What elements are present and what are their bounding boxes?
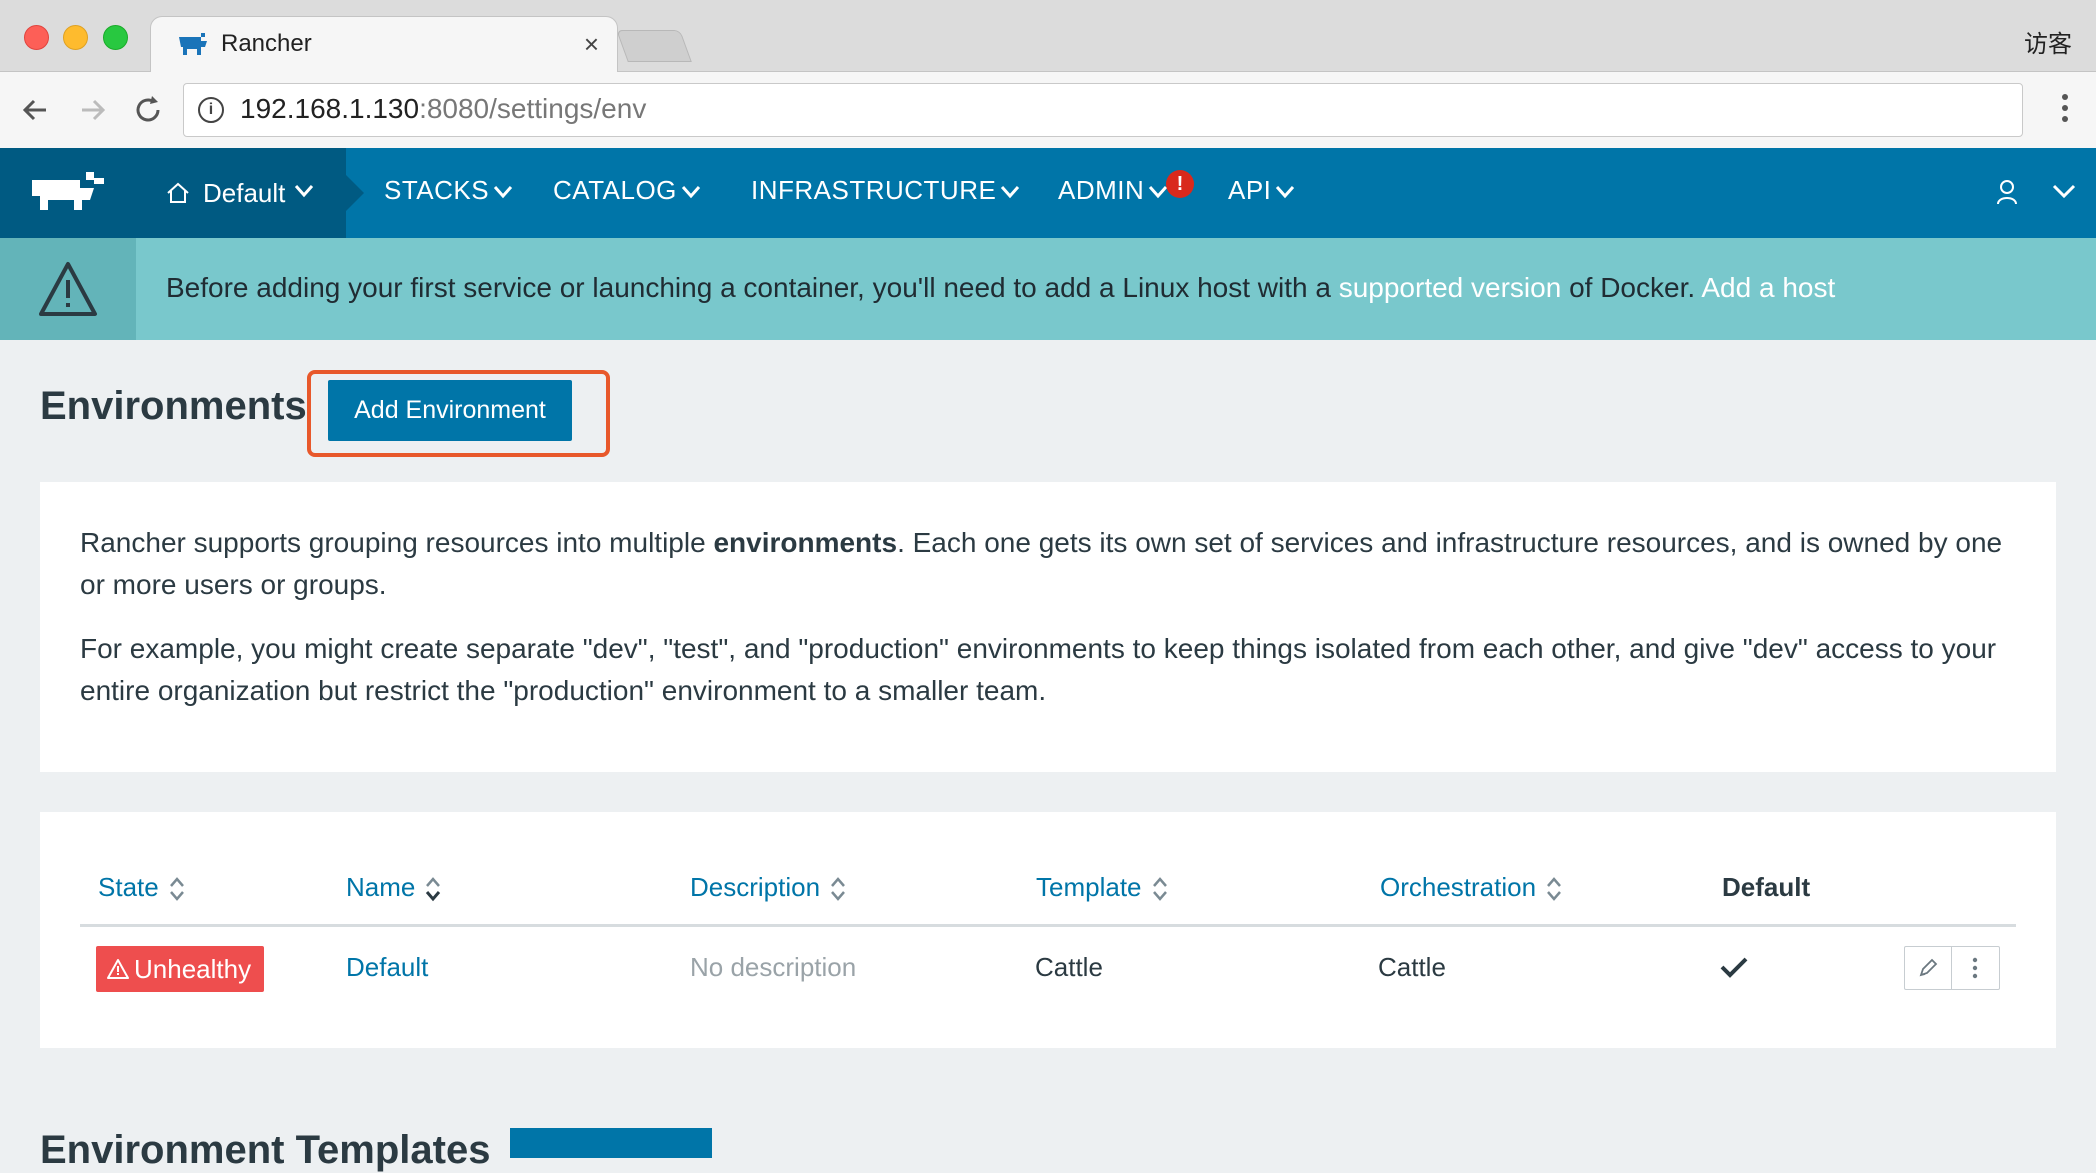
warning-triangle-icon [107, 959, 129, 979]
column-header-template[interactable]: Template [1036, 872, 1168, 903]
row-action-buttons [1904, 946, 2000, 990]
nav-menu-api[interactable]: API [1228, 175, 1295, 206]
environment-orchestration: Cattle [1378, 952, 1446, 982]
chevron-down-icon [681, 186, 701, 199]
url-text: 192.168.1.130:8080/settings/env [240, 93, 646, 125]
nav-menu-admin[interactable]: ADMIN [1058, 175, 1168, 206]
chevron-down-icon [493, 186, 513, 199]
url-host: 192.168.1.130 [240, 93, 420, 124]
window-zoom-button[interactable] [103, 25, 128, 50]
nav-menu-api-label: API [1228, 175, 1272, 205]
sort-icon [831, 877, 846, 902]
supported-version-link[interactable]: supported version [1339, 272, 1562, 303]
browser-toolbar: i 192.168.1.130:8080/settings/env [0, 72, 2096, 148]
status-badge-label: Unhealthy [134, 954, 252, 984]
nav-menu-catalog[interactable]: CATALOG [553, 175, 701, 206]
sort-icon [1547, 877, 1562, 902]
nav-menu-infrastructure[interactable]: INFRASTRUCTURE [751, 175, 1020, 206]
page-title: Environments [40, 384, 307, 428]
environment-name-link[interactable]: Default [346, 952, 428, 983]
add-template-button[interactable] [510, 1128, 712, 1158]
environments-table: State Name Description Template Orchestr… [40, 812, 2056, 1048]
column-header-template-label: Template [1036, 872, 1142, 902]
banner-text-middle: of Docker. [1561, 272, 1702, 303]
column-header-orchestration[interactable]: Orchestration [1380, 872, 1562, 903]
status-badge: Unhealthy [96, 946, 264, 992]
chevron-down-icon [1276, 186, 1295, 199]
browser-tab-strip: Rancher × 访客 [0, 0, 2096, 73]
reload-icon[interactable] [128, 90, 168, 130]
app-header: Default STACKS CATALOG INFRASTRUCTURE AD… [0, 148, 2096, 238]
intro-p1-before: Rancher supports grouping resources into… [80, 527, 714, 558]
warning-triangle-icon [39, 262, 97, 316]
host-warning-banner: Before adding your first service or laun… [0, 238, 2096, 340]
edit-button[interactable] [1905, 947, 1952, 989]
admin-alert-badge: ! [1166, 170, 1194, 198]
environment-switcher-label: Default [203, 178, 286, 208]
sort-icon [426, 877, 441, 902]
intro-p1-bold: environments [713, 527, 898, 558]
chevron-down-icon [294, 185, 314, 198]
new-tab-button[interactable] [616, 30, 692, 62]
intro-paragraph-1: Rancher supports grouping resources into… [80, 522, 2020, 606]
nav-menu-stacks[interactable]: STACKS [384, 175, 513, 206]
checkmark-icon [1720, 957, 1748, 978]
rancher-favicon-icon [179, 33, 207, 55]
nav-menu-stacks-label: STACKS [384, 175, 490, 205]
pencil-icon [1919, 958, 1938, 977]
rancher-logo[interactable] [0, 148, 136, 238]
browser-tab[interactable]: Rancher × [150, 16, 618, 73]
environment-template: Cattle [1035, 952, 1103, 982]
sort-icon [169, 877, 184, 902]
tab-close-icon[interactable]: × [584, 29, 599, 60]
environments-intro-card: Rancher supports grouping resources into… [40, 482, 2056, 772]
warning-icon-box [0, 238, 136, 340]
nav-menu-admin-label: ADMIN [1058, 175, 1145, 205]
nav-menu-catalog-label: CATALOG [553, 175, 677, 205]
column-header-orchestration-label: Orchestration [1380, 872, 1537, 902]
vertical-dots-icon [1972, 957, 1978, 979]
add-environment-button[interactable]: Add Environment [328, 380, 572, 441]
guest-profile-label[interactable]: 访客 [2024, 24, 2072, 59]
column-header-state-label: State [98, 872, 159, 902]
add-host-link[interactable]: Add a host [1701, 272, 1835, 303]
rancher-cow-logo-icon [32, 172, 104, 210]
more-actions-button[interactable] [1952, 947, 1998, 989]
environment-description: No description [690, 952, 857, 982]
intro-paragraph-2: For example, you might create separate "… [80, 633, 1997, 706]
column-header-description-label: Description [690, 872, 821, 902]
column-header-description[interactable]: Description [690, 872, 846, 903]
site-info-icon[interactable]: i [198, 97, 224, 123]
url-path: :8080/settings/env [419, 93, 647, 124]
browser-menu-icon[interactable] [2062, 94, 2068, 127]
column-header-default: Default [1722, 872, 1811, 902]
chevron-down-icon [1001, 186, 1020, 199]
banner-message: Before adding your first service or laun… [166, 272, 1835, 304]
home-icon [167, 182, 189, 203]
column-header-name-label: Name [346, 872, 416, 902]
browser-tab-title: Rancher [221, 30, 312, 57]
window-minimize-button[interactable] [63, 25, 88, 50]
column-header-name[interactable]: Name [346, 872, 441, 903]
chevron-down-icon [1149, 186, 1168, 199]
column-header-state[interactable]: State [98, 872, 185, 903]
environment-switcher[interactable]: Default [136, 148, 364, 238]
nav-menu-infrastructure-label: INFRASTRUCTURE [751, 175, 997, 205]
address-bar[interactable]: i 192.168.1.130:8080/settings/env [183, 83, 2023, 137]
environment-templates-title: Environment Templates [40, 1128, 491, 1172]
user-menu-chevron-icon[interactable] [2052, 184, 2076, 200]
window-close-button[interactable] [24, 25, 49, 50]
sort-icon [1152, 877, 1167, 902]
user-icon[interactable] [1996, 179, 2018, 205]
banner-text-before: Before adding your first service or laun… [166, 272, 1339, 303]
table-header-divider [80, 924, 2016, 927]
forward-arrow-icon[interactable] [72, 90, 112, 130]
back-arrow-icon[interactable] [16, 90, 56, 130]
